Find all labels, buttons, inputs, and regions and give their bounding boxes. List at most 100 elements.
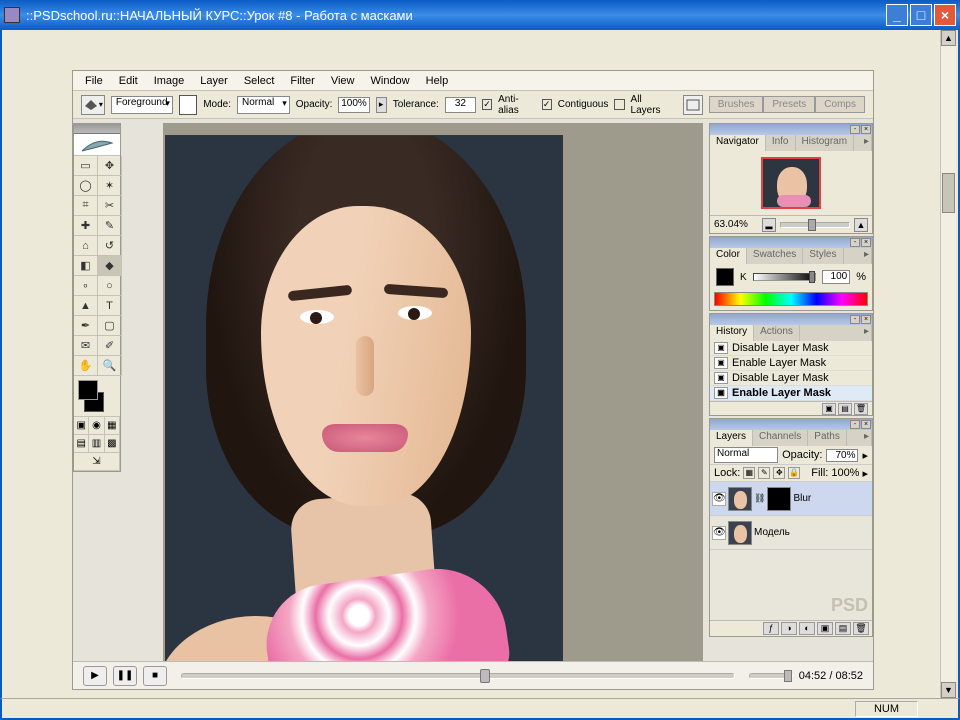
screen-mode4-icon[interactable]: ▩	[105, 435, 120, 453]
screen-mode3-icon[interactable]: ▥	[89, 435, 104, 453]
stamp-tool-icon[interactable]: ⌂	[74, 236, 98, 256]
blur-tool-icon[interactable]: ∘	[74, 276, 98, 296]
quickmask-mode-icon[interactable]: ◉	[89, 417, 104, 435]
history-item[interactable]: ▣Enable Layer Mask	[710, 386, 872, 401]
foreground-color-swatch[interactable]	[78, 380, 98, 400]
menu-filter[interactable]: Filter	[284, 73, 320, 89]
menu-select[interactable]: Select	[238, 73, 281, 89]
visibility-eye-icon[interactable]: 👁	[712, 526, 726, 540]
history-trash-icon[interactable]: 🗑	[854, 403, 868, 415]
color-value-input[interactable]: 100	[822, 270, 850, 284]
panel-menu-icon[interactable]: ▸	[858, 248, 872, 264]
panel-close-button[interactable]: ×	[861, 238, 871, 247]
scroll-thumb[interactable]	[942, 173, 955, 213]
tab-history[interactable]: History	[710, 325, 754, 341]
jump-to-icon[interactable]: ⇲	[74, 453, 120, 471]
new-layer-icon[interactable]: ▤	[835, 622, 851, 635]
layer-thumbnail[interactable]	[728, 521, 752, 545]
fill-stepper-icon[interactable]: ▸	[862, 467, 868, 480]
fill-source-select[interactable]: Foreground	[111, 96, 173, 114]
slice-tool-icon[interactable]: ✂	[98, 196, 122, 216]
tab-histogram[interactable]: Histogram	[796, 135, 855, 151]
visibility-eye-icon[interactable]: 👁	[712, 492, 726, 506]
tab-info[interactable]: Info	[766, 135, 796, 151]
pattern-swatch[interactable]	[179, 95, 197, 115]
adjustment-icon[interactable]: ◐	[799, 622, 815, 635]
lock-paint-icon[interactable]: ✎	[758, 467, 770, 479]
trash-icon[interactable]: 🗑	[853, 622, 869, 635]
eyedropper-tool-icon[interactable]: ✐	[98, 336, 122, 356]
zoom-slider[interactable]	[780, 222, 850, 228]
zoom-out-icon[interactable]: ▂	[762, 218, 776, 232]
wand-tool-icon[interactable]: ✶	[98, 176, 122, 196]
layer-thumbnail[interactable]	[728, 487, 752, 511]
zoom-tool-icon[interactable]: 🔍	[98, 356, 122, 376]
menu-edit[interactable]: Edit	[113, 73, 144, 89]
history-brush-tool-icon[interactable]: ↺	[98, 236, 122, 256]
heal-tool-icon[interactable]: ✚	[74, 216, 98, 236]
menu-layer[interactable]: Layer	[194, 73, 234, 89]
color-swatches[interactable]	[74, 376, 120, 416]
layer-row[interactable]: 👁 Модель	[710, 516, 872, 550]
presets-palette-tab[interactable]: Presets	[763, 96, 815, 113]
type-tool-icon[interactable]: T	[98, 296, 122, 316]
marquee-tool-icon[interactable]: ▭	[74, 156, 98, 176]
folder-icon[interactable]: ▣	[817, 622, 833, 635]
color-spectrum[interactable]	[714, 292, 868, 306]
tab-swatches[interactable]: Swatches	[747, 248, 803, 264]
layer-name[interactable]: Модель	[754, 527, 790, 538]
layer-row[interactable]: 👁 ⛓ Blur	[710, 482, 872, 516]
navigator-thumbnail[interactable]	[761, 157, 821, 209]
layer-mask-thumbnail[interactable]	[767, 487, 791, 511]
mode-select[interactable]: Normal	[237, 96, 290, 114]
path-select-tool-icon[interactable]: ▲	[74, 296, 98, 316]
tool-indicator-bucket-icon[interactable]: ▾	[81, 95, 105, 115]
opacity-stepper-icon[interactable]: ▸	[862, 449, 868, 462]
eraser-tool-icon[interactable]: ◧	[74, 256, 98, 276]
menu-help[interactable]: Help	[420, 73, 455, 89]
lock-all-icon[interactable]: 🔒	[788, 467, 800, 479]
panel-minimize-button[interactable]: -	[850, 420, 860, 429]
tab-actions[interactable]: Actions	[754, 325, 800, 341]
notes-tool-icon[interactable]: ✉	[74, 336, 98, 356]
panel-minimize-button[interactable]: -	[850, 238, 860, 247]
comps-palette-tab[interactable]: Comps	[815, 96, 865, 113]
pause-button[interactable]: ❚❚	[113, 666, 137, 686]
opacity-input[interactable]: 100%	[338, 97, 369, 113]
history-item[interactable]: ▣Disable Layer Mask	[710, 371, 872, 386]
layer-name[interactable]: Blur	[793, 493, 811, 504]
history-item[interactable]: ▣Enable Layer Mask	[710, 356, 872, 371]
toolbox-handle[interactable]	[74, 124, 120, 134]
play-button[interactable]: ▶	[83, 666, 107, 686]
layer-opacity-input[interactable]: 70%	[826, 449, 858, 462]
history-new-doc-icon[interactable]: ▤	[838, 403, 852, 415]
zoom-in-icon[interactable]: ▲	[854, 218, 868, 232]
brushes-palette-tab[interactable]: Brushes	[709, 96, 764, 113]
move-tool-icon[interactable]: ✥	[98, 156, 122, 176]
tab-layers[interactable]: Layers	[710, 430, 753, 446]
lasso-tool-icon[interactable]: ◯	[74, 176, 98, 196]
panel-menu-icon[interactable]: ▸	[858, 135, 872, 151]
history-new-snapshot-icon[interactable]: ▣	[822, 403, 836, 415]
progress-slider[interactable]	[181, 673, 735, 679]
crop-tool-icon[interactable]: ⌗	[74, 196, 98, 216]
progress-handle[interactable]	[480, 669, 490, 683]
antialias-checkbox[interactable]: ✓	[482, 99, 492, 110]
bucket-tool-icon[interactable]: ◆	[98, 256, 122, 276]
menu-image[interactable]: Image	[148, 73, 191, 89]
history-item[interactable]: ▣Disable Layer Mask	[710, 341, 872, 356]
shape-tool-icon[interactable]: ▢	[98, 316, 122, 336]
screen-mode-icon[interactable]: ▦	[105, 417, 120, 435]
screen-mode2-icon[interactable]: ▤	[74, 435, 89, 453]
scroll-down-button[interactable]: ▼	[941, 682, 956, 698]
link-icon[interactable]: ⛓	[754, 493, 765, 504]
menu-window[interactable]: Window	[365, 73, 416, 89]
minimize-button[interactable]: _	[886, 4, 908, 26]
outer-scrollbar-vertical[interactable]: ▲ ▼	[940, 30, 956, 698]
standard-mode-icon[interactable]: ▣	[74, 417, 89, 435]
contiguous-checkbox[interactable]: ✓	[542, 99, 552, 110]
tolerance-input[interactable]: 32	[445, 97, 476, 113]
fx-icon[interactable]: ƒ	[763, 622, 779, 635]
pen-tool-icon[interactable]: ✒	[74, 316, 98, 336]
panel-menu-icon[interactable]: ▸	[858, 325, 872, 341]
